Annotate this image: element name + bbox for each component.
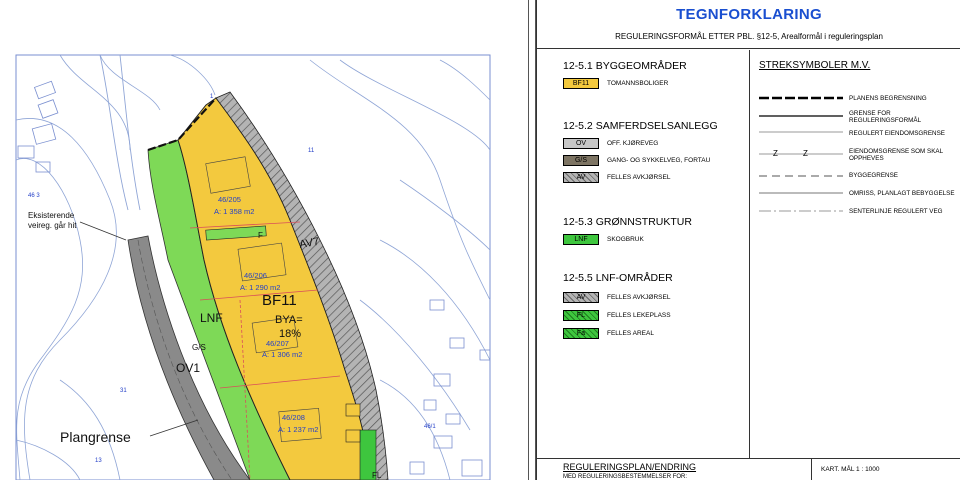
fl-label: FL [372,471,382,480]
legend-panel: TEGNFORKLARING REGULERINGSFORMÅL ETTER P… [536,0,960,480]
section-heading: 12-5.3 GRØNNSTRUKTUR [563,216,692,228]
legend-item-label: GANG- OG SYKKELVEG, FORTAU [607,157,711,164]
line-symbols [759,96,843,212]
ov-label: OV1 [176,361,200,375]
symbol-label: REGULERT EIENDOMSGRENSE [849,130,945,137]
section-heading: 12-5.5 LNF-OMRÅDER [563,272,673,284]
contour-number: 31 [120,388,127,394]
symbol-marker: Z [773,149,778,158]
contour-number: 11 [308,148,315,154]
symbol-label: SENTERLINJE REGULERT VEG [849,208,943,215]
parcel-id-1: 46/205 [218,195,241,204]
symbol-label: BYGGEGRENSE [849,172,898,179]
parcel-id-4: 46/208 [282,413,305,422]
scale-label: KART. MÅL 1 : 1000 [821,466,880,473]
parcel-area-4: A: 1 237 m2 [278,425,318,434]
existing-road-note-1: Eksisterende [28,211,75,220]
parcel-id-2: 46/206 [244,271,267,280]
legend-swatch: FL [563,310,599,321]
map-legend-divider [528,0,536,480]
symbols-heading: STREKSYMBOLER M.V. [759,60,871,71]
legend-swatch: AV [563,172,599,183]
plangrense-label: Plangrense [60,429,131,445]
legend-item-label: FELLES AVKJØRSEL [607,294,671,301]
legend-header-rule [537,48,960,49]
legend-swatch: Fa [563,328,599,339]
section-heading: 12-5.1 BYGGEOMRÅDER [563,60,687,72]
legend-swatch: OV [563,138,599,149]
legend-swatch: AV [563,292,599,303]
title-block-divider [811,458,812,480]
contour-number: 46 3 [28,193,40,199]
parcel-area-1: A: 1 358 m2 [214,207,254,216]
legend-swatch: BF11 [563,78,599,89]
legend-item-label: FELLES AREAL [607,330,654,337]
parcel-area-3: A: 1 306 m2 [262,350,302,359]
existing-road-note-2: veireg. går hit [28,221,77,230]
legend-swatch: LNF [563,234,599,245]
gs-label: G/S [192,343,206,352]
f-label: F [258,231,263,240]
legend-item-label: TOMANNSBOLIGER [607,80,669,87]
contour-number: 46/1 [424,424,436,430]
regulation-map: BF11 BYA= 18% LNF G/S OV1 AV7 F FL Plang… [0,0,528,480]
parcel-id-3: 46/207 [266,339,289,348]
symbol-label: OMRISS, PLANLAGT BEBYGGELSE [849,190,955,197]
legend-swatch: G/S [563,155,599,166]
legend-column-divider [749,50,750,458]
legend-subtitle: REGULERINGSFORMÅL ETTER PBL. §12-5, Area… [615,32,883,41]
bya-label: BYA= [275,314,303,326]
symbol-marker: Z [803,149,808,158]
symbol-label: EIENDOMSGRENSE SOM SKAL OPPHEVES [849,148,943,162]
plan-subtitle: MED REGULERINGSBESTEMMELSER FOR: [563,474,688,480]
zone-label: BF11 [262,292,297,309]
lnf-label: LNF [200,311,223,325]
legend-item-label: FELLES AVKJØRSEL [607,174,671,181]
section-heading: 12-5.2 SAMFERDSELSANLEGG [563,120,718,132]
parcel-area-2: A: 1 290 m2 [240,283,280,292]
plan-title: REGULERINGSPLAN/ENDRING [563,462,697,472]
symbol-label: PLANENS BEGRENSNING [849,95,927,102]
legend-title: TEGNFORKLARING [676,6,822,23]
legend-item-label: SKOGBRUK [607,236,644,243]
legend-item-label: FELLES LEKEPLASS [607,312,671,319]
contour-number: 13 [95,458,102,464]
symbol-label: GRENSE FOR REGULERINGSFORMÅL [849,110,922,124]
legend-item-label: OFF. KJØREVEG [607,140,659,147]
